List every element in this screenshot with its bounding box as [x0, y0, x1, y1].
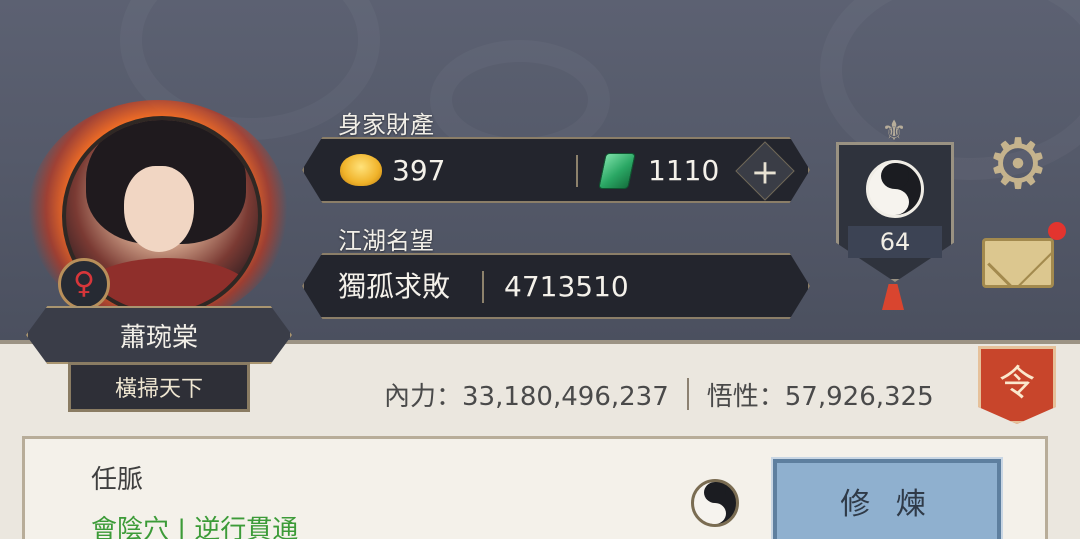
jade-amount: 1110 — [648, 154, 720, 187]
inner-power-stat: 內力：33,180,496,237 — [384, 381, 669, 412]
fame-divider — [482, 271, 484, 303]
insight-stat: 悟性：57,926,325 — [706, 381, 934, 412]
wealth-panel: 397 1110 + — [302, 137, 810, 203]
player-name: 蕭琬棠 — [119, 322, 198, 353]
player-title: 橫掃天下 — [114, 377, 203, 402]
meridian-card: 任脈 會陰穴 | 逆行貫通 修 煉 — [22, 436, 1048, 539]
gold-amount: 397 — [392, 154, 446, 187]
stats-line: 內力：33,180,496,237 悟性：57,926,325 — [384, 376, 934, 412]
add-currency-button[interactable]: + — [735, 141, 795, 201]
meridian-name: 任脈 — [91, 465, 144, 495]
notification-dot — [1048, 222, 1066, 240]
wealth-divider — [576, 155, 578, 187]
cultivate-button[interactable]: 修 煉 — [771, 457, 1003, 539]
player-title-plate[interactable]: 橫掃天下 — [68, 362, 250, 412]
fame-label: 江湖名望 — [338, 227, 434, 255]
yin-yang-icon — [691, 479, 739, 527]
gear-icon[interactable]: ⚙ — [982, 128, 1054, 200]
wealth-label: 身家財產 — [338, 111, 434, 139]
stats-divider — [686, 378, 689, 410]
fame-panel: 獨孤求敗 4713510 — [302, 253, 810, 319]
plus-icon: + — [750, 152, 780, 193]
mail-icon[interactable] — [982, 238, 1054, 288]
gold-ingot-icon — [340, 154, 382, 186]
level-number: 64 — [848, 226, 942, 258]
female-icon: ♀ — [58, 258, 110, 310]
avatar-face — [124, 166, 194, 252]
player-name-plate: 蕭琬棠 — [26, 306, 292, 364]
fame-value: 4713510 — [504, 270, 629, 303]
jade-icon — [598, 153, 636, 189]
fame-rank-title: 獨孤求敗 — [338, 270, 451, 303]
yin-yang-icon — [866, 160, 924, 218]
meridian-point: 會陰穴 | 逆行貫通 — [91, 515, 299, 539]
